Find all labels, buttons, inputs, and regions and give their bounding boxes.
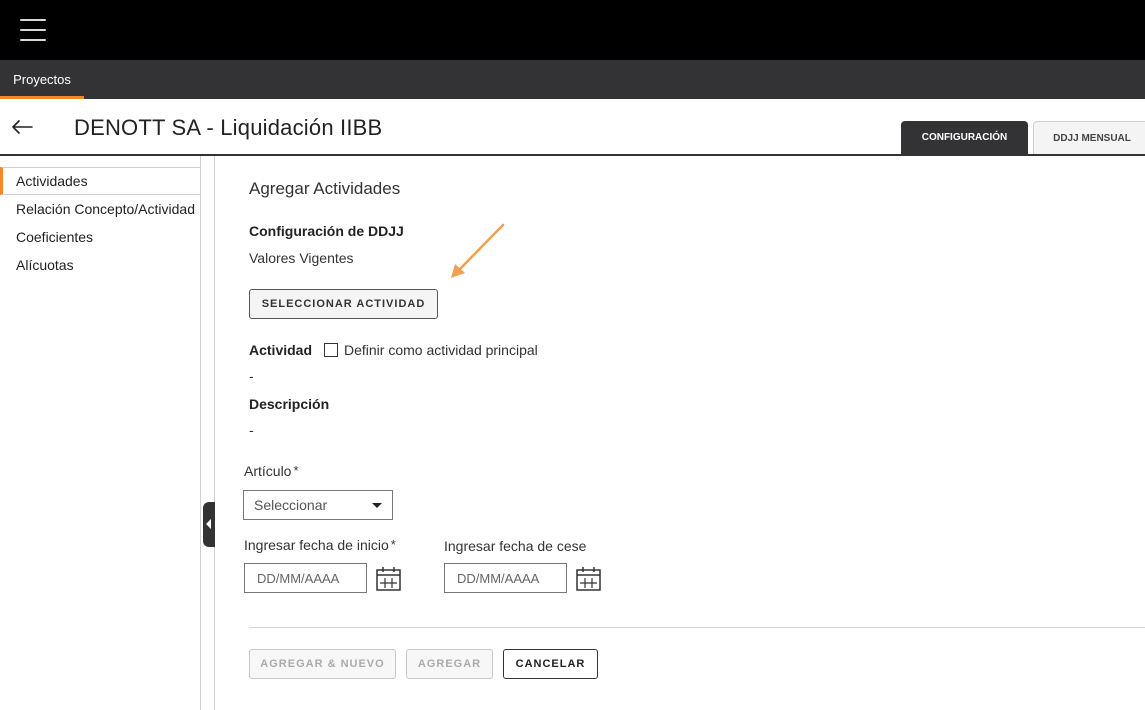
hamburger-line xyxy=(20,19,46,21)
sidebar-item-relacion-concepto-actividad[interactable]: Relación Concepto/Actividad xyxy=(0,195,200,223)
annotation-arrow-icon xyxy=(451,223,505,278)
activity-label: Actividad xyxy=(249,342,313,358)
calendar-icon[interactable] xyxy=(376,566,401,591)
select-activity-button[interactable]: SELECCIONAR ACTIVIDAD xyxy=(249,289,438,319)
hamburger-line xyxy=(20,39,46,41)
hamburger-menu-icon[interactable] xyxy=(20,17,46,43)
section-title: Agregar Actividades xyxy=(249,179,401,198)
principal-activity-checkbox[interactable] xyxy=(324,343,338,357)
description-label: Descripción xyxy=(249,396,330,412)
tab-configuracion[interactable]: CONFIGURACIÓN xyxy=(901,121,1028,154)
add-button[interactable]: AGREGAR xyxy=(406,649,493,679)
top-bar xyxy=(0,0,1145,60)
page-title: DENOTT SA - Liquidación IIBB xyxy=(74,115,383,140)
sidebar-item-coeficientes[interactable]: Coeficientes xyxy=(0,223,200,251)
required-mark: * xyxy=(390,537,396,552)
arrow-left-icon[interactable] xyxy=(10,115,34,139)
config-value: Valores Vigentes xyxy=(249,250,354,266)
end-date-input[interactable] xyxy=(444,563,567,593)
hamburger-line xyxy=(20,29,46,31)
config-label: Configuración de DDJJ xyxy=(249,223,404,239)
start-date-label: Ingresar fecha de inicio * xyxy=(244,537,396,553)
nav-tab-proyectos[interactable]: Proyectos xyxy=(0,60,84,99)
tab-ddjj-mensual[interactable]: DDJJ MENSUAL xyxy=(1033,121,1145,154)
sidebar-item-alicuotas[interactable]: Alícuotas xyxy=(0,251,200,279)
cancel-button[interactable]: CANCELAR xyxy=(503,649,598,679)
start-date-label-text: Ingresar fecha de inicio xyxy=(244,537,389,553)
calendar-icon[interactable] xyxy=(576,566,601,591)
form-divider xyxy=(249,627,1145,628)
page-header: DENOTT SA - Liquidación IIBB CONFIGURACI… xyxy=(0,99,1145,156)
add-and-new-button[interactable]: AGREGAR & NUEVO xyxy=(249,649,396,679)
sidebar: Actividades Relación Concepto/Actividad … xyxy=(0,156,201,710)
article-label-text: Artículo xyxy=(244,463,292,479)
content-divider xyxy=(214,156,215,710)
start-date-input[interactable] xyxy=(244,563,367,593)
article-label: Artículo * xyxy=(244,463,299,479)
sidebar-collapse-handle[interactable] xyxy=(203,502,215,547)
nav-bar: Proyectos xyxy=(0,60,1145,99)
end-date-label: Ingresar fecha de cese xyxy=(444,538,587,554)
sidebar-item-actividades[interactable]: Actividades xyxy=(0,167,200,195)
activity-value: - xyxy=(249,368,254,384)
required-mark: * xyxy=(293,463,299,478)
principal-activity-checkbox-label[interactable]: Definir como actividad principal xyxy=(344,342,538,358)
description-value: - xyxy=(249,422,254,438)
article-select[interactable]: Seleccionar xyxy=(243,490,393,520)
